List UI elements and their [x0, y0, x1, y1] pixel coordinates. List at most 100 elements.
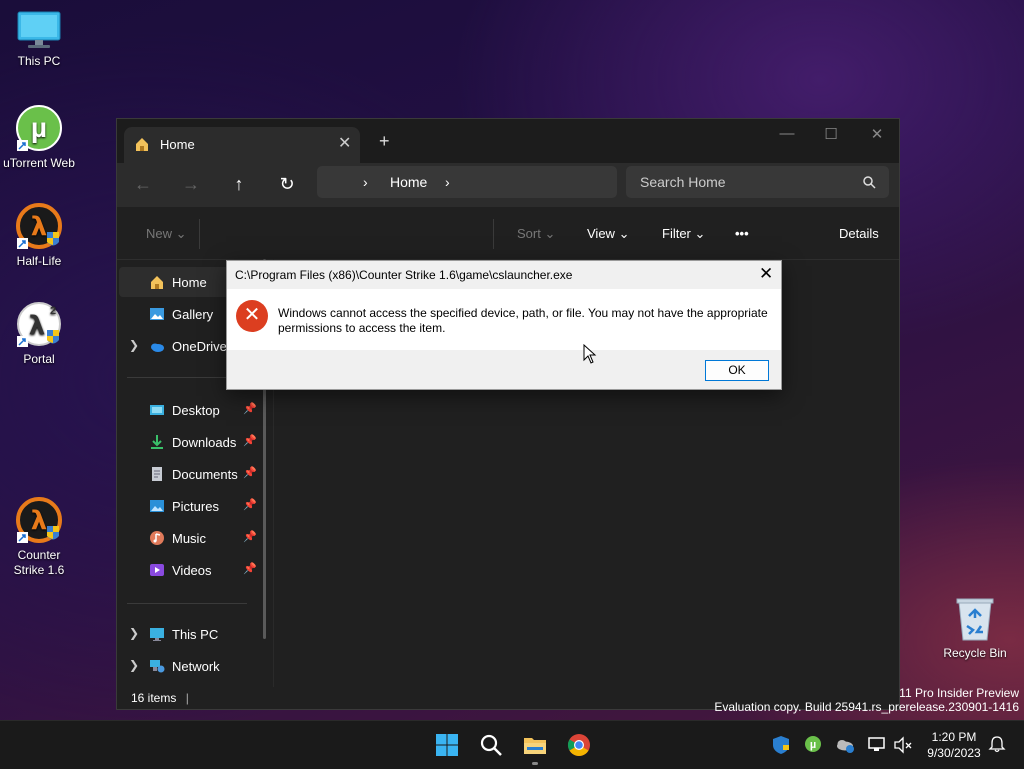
error-message: Windows cannot access the specified devi…: [278, 306, 768, 335]
details-button[interactable]: Details: [839, 226, 879, 241]
status-separator: |: [185, 691, 189, 705]
chevron-right-icon[interactable]: ❯: [129, 338, 139, 352]
forward-button[interactable]: →: [179, 173, 203, 197]
sort-button[interactable]: Sort ⌄: [517, 226, 555, 242]
breadcrumb-home[interactable]: Home: [390, 174, 427, 190]
sidebar-item-label: Documents: [172, 467, 238, 482]
clock-date: 9/30/2023: [927, 746, 981, 760]
desktop-icon-label: Half-Life: [16, 254, 62, 268]
chrome-icon[interactable]: [567, 733, 591, 757]
title-bar: Home ✕ + — ☐ ✕: [117, 119, 899, 163]
notification-bell-icon[interactable]: [988, 735, 1006, 753]
onedrive-tray-icon[interactable]: [835, 735, 855, 755]
tab-home[interactable]: Home ✕: [124, 127, 360, 163]
tab-close-icon[interactable]: ✕: [338, 133, 351, 153]
back-button[interactable]: ←: [131, 173, 155, 197]
desktop-icon-half-life[interactable]: λ Half-Life: [0, 202, 78, 269]
search-input[interactable]: Search Home: [626, 166, 889, 198]
home-icon: [136, 138, 148, 151]
address-bar[interactable]: › Home ›: [317, 166, 617, 198]
pin-icon[interactable]: 📌: [243, 434, 257, 447]
desktop-icon-utorrent[interactable]: µ uTorrent Web: [0, 104, 78, 171]
cloud-icon: [151, 343, 164, 352]
start-windows-icon[interactable]: [435, 733, 459, 757]
network-tray-icon[interactable]: [867, 735, 887, 755]
monitor-icon: [150, 628, 164, 641]
item-count: 16 items: [131, 691, 177, 705]
music-icon: [150, 531, 164, 545]
active-app-indicator: [532, 762, 538, 765]
up-button[interactable]: ↑: [227, 173, 251, 197]
taskbar: µ 1:20 PM 9/30/2023: [0, 720, 1024, 769]
svg-text:λ: λ: [31, 212, 47, 242]
divider: [493, 219, 494, 249]
sidebar-item-label: OneDrive: [172, 339, 227, 354]
video-icon: [150, 564, 164, 576]
monitor-icon: [17, 11, 61, 48]
desktop-icon-counter-strike[interactable]: λ Counter Strike 1.6: [0, 496, 78, 578]
document-icon: [152, 467, 162, 481]
svg-text:λ: λ: [29, 311, 45, 341]
minimize-button[interactable]: —: [767, 125, 807, 142]
desktop-icon-label: Counter Strike 1.6: [13, 548, 65, 577]
search-icon[interactable]: [479, 733, 503, 757]
pin-icon[interactable]: 📌: [243, 530, 257, 543]
status-bar: 16 items |: [131, 691, 189, 705]
navigation-bar: ← → ↑ ↻ › Home › Search Home: [117, 163, 899, 207]
svg-text:λ: λ: [31, 506, 47, 536]
pin-icon[interactable]: 📌: [243, 562, 257, 575]
svg-text:µ: µ: [810, 739, 816, 751]
desktop-folder-icon: [150, 405, 164, 415]
desktop-icon-this-pc[interactable]: This PC: [0, 10, 78, 69]
desktop-icon-portal[interactable]: λ 2 Portal: [0, 300, 78, 367]
filter-button[interactable]: Filter ⌄: [662, 226, 705, 242]
breadcrumb-chevron-icon[interactable]: ›: [445, 174, 450, 190]
ok-button[interactable]: OK: [705, 360, 769, 381]
breadcrumb-chevron-icon[interactable]: ›: [363, 174, 368, 190]
sidebar-item-music[interactable]: Music 📌: [119, 523, 263, 553]
sidebar-item-label: Desktop: [172, 403, 220, 418]
file-explorer-icon[interactable]: [523, 733, 547, 757]
view-button[interactable]: View ⌄: [587, 226, 629, 242]
half-life-lambda-icon: λ: [16, 497, 62, 543]
sidebar-item-desktop[interactable]: Desktop 📌: [119, 395, 263, 425]
sidebar-item-label: Pictures: [172, 499, 219, 514]
pin-icon[interactable]: 📌: [243, 498, 257, 511]
maximize-button[interactable]: ☐: [811, 125, 851, 143]
defender-shield-icon[interactable]: [771, 735, 791, 755]
search-placeholder: Search Home: [640, 174, 726, 190]
error-icon: ✕: [236, 300, 268, 332]
desktop-icon-label: Portal: [23, 352, 55, 366]
download-icon: [151, 435, 163, 449]
sidebar-item-videos[interactable]: Videos 📌: [119, 555, 263, 585]
sidebar-item-label: Videos: [172, 563, 212, 578]
more-options-button[interactable]: •••: [735, 226, 749, 241]
watermark-line-2: Evaluation copy. Build 25941.rs_prerelea…: [714, 700, 1019, 714]
chevron-right-icon[interactable]: ❯: [129, 658, 139, 672]
utorrent-tray-icon[interactable]: µ: [804, 735, 822, 753]
sidebar-item-documents[interactable]: Documents 📌: [119, 459, 263, 489]
desktop-icon-recycle-bin[interactable]: Recycle Bin: [936, 596, 1014, 661]
recycle-bin-icon: [956, 598, 994, 641]
desktop-icon-label: This PC: [17, 54, 61, 68]
tab-label: Home: [160, 137, 195, 152]
dialog-close-icon[interactable]: ✕: [759, 264, 773, 284]
desktop-icon-label: Recycle Bin: [943, 646, 1007, 660]
clock[interactable]: 1:20 PM 9/30/2023: [922, 729, 986, 761]
close-window-button[interactable]: ✕: [857, 125, 897, 143]
pin-icon[interactable]: 📌: [243, 466, 257, 479]
sidebar-item-pictures[interactable]: Pictures 📌: [119, 491, 263, 521]
volume-muted-icon[interactable]: [893, 735, 913, 755]
new-tab-button[interactable]: +: [379, 131, 390, 152]
pin-icon[interactable]: 📌: [243, 402, 257, 415]
new-button[interactable]: New ⌄: [146, 226, 187, 242]
refresh-button[interactable]: ↻: [275, 173, 299, 197]
sidebar-item-this-pc[interactable]: ❯ This PC: [119, 619, 263, 649]
utorrent-icon: µ: [16, 105, 62, 151]
sidebar-item-label: Music: [172, 531, 206, 546]
sidebar-item-downloads[interactable]: Downloads 📌: [119, 427, 263, 457]
sidebar-item-label: Downloads: [172, 435, 237, 450]
sidebar-item-network[interactable]: ❯ Network: [119, 651, 263, 681]
chevron-right-icon[interactable]: ❯: [129, 626, 139, 640]
mouse-cursor-icon: [583, 344, 597, 364]
